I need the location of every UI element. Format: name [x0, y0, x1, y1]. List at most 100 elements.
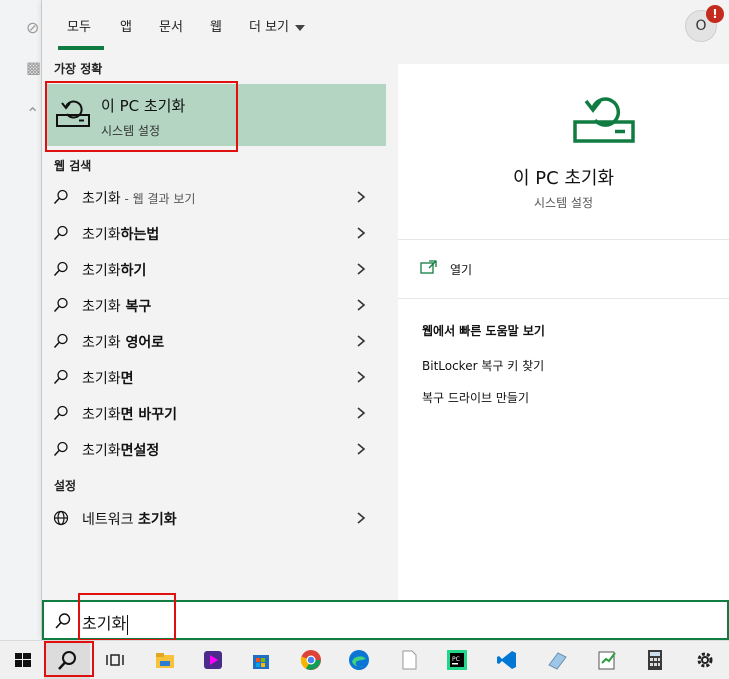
- edge-button[interactable]: [336, 641, 382, 679]
- file-explorer-icon: [156, 653, 174, 668]
- reset-pc-large-icon: [573, 97, 635, 143]
- notes-button[interactable]: [584, 641, 630, 679]
- edge-icon: [349, 650, 369, 670]
- open-icon: [420, 260, 437, 274]
- highlight-box: [78, 593, 176, 641]
- eraser-icon: [548, 652, 567, 670]
- detail-subtitle: 시스템 설정: [533, 196, 593, 210]
- chevron-right-icon: [357, 371, 366, 383]
- web-search-row[interactable]: 초기화하는법: [42, 216, 398, 250]
- web-search-bold: 면: [120, 371, 134, 387]
- web-search-prefix: 초기화: [82, 407, 121, 423]
- web-search-prefix: 초기화: [82, 191, 121, 207]
- caret-down-icon: [295, 24, 306, 31]
- web-search-row[interactable]: 초기화면설정: [42, 432, 398, 466]
- settings-result-label: 네트워크 초기화: [82, 509, 177, 529]
- eraser-button[interactable]: [534, 641, 580, 679]
- tab-apps[interactable]: 앱: [120, 16, 132, 35]
- web-search-label: 초기화면 바꾸기: [82, 404, 177, 424]
- web-search-prefix: 초기화: [82, 443, 121, 459]
- chevron-right-icon: [357, 227, 366, 239]
- highlight-box: [44, 641, 94, 677]
- web-search-label: 초기화 - 웹 결과 보기: [82, 188, 195, 208]
- web-search-row[interactable]: 초기화 복구: [42, 288, 398, 322]
- search-icon: [53, 405, 68, 421]
- tab-all[interactable]: 모두: [67, 16, 91, 35]
- store-button[interactable]: [238, 641, 284, 679]
- chevron-right-icon: [357, 407, 366, 419]
- vscode-icon: [497, 651, 516, 669]
- windows-start-icon: [15, 653, 31, 667]
- best-match-heading: 가장 정확: [54, 62, 103, 76]
- store-icon: [253, 655, 269, 669]
- web-search-row[interactable]: 초기화하기: [42, 252, 398, 286]
- settings-button[interactable]: [682, 641, 728, 679]
- chevron-up-icon: ⌃: [26, 104, 40, 123]
- web-search-label: 초기화면설정: [82, 440, 159, 460]
- web-search-label: 초기화 복구: [82, 296, 151, 316]
- chevron-right-icon: [357, 335, 366, 347]
- chrome-icon: [300, 650, 321, 670]
- file-explorer-button[interactable]: [142, 641, 188, 679]
- web-search-prefix: 초기화: [82, 371, 121, 387]
- settings-gear-icon: [697, 652, 713, 668]
- web-search-bold: 영어로: [120, 335, 165, 351]
- search-icon: [55, 613, 71, 629]
- pycharm-button[interactable]: PC: [434, 641, 480, 679]
- open-label: 열기: [450, 263, 473, 277]
- pycharm-icon: PC: [447, 650, 467, 670]
- search-icon: [53, 261, 68, 277]
- details-pane: 이 PC 초기화 시스템 설정 열기 웹에서 빠른 도움말 보기 BitLock…: [398, 64, 729, 600]
- divider: [398, 298, 729, 299]
- calculator-button[interactable]: [632, 641, 678, 679]
- search-panel: 모두 앱 문서 웹 더 보기 O ! 가장 정확 이 PC 초기화 시스템 설정…: [42, 0, 729, 640]
- settings-result-row[interactable]: 네트워크 초기화: [42, 501, 398, 535]
- web-search-row[interactable]: 초기화 - 웹 결과 보기: [42, 180, 398, 214]
- web-search-bold: 면 바꾸기: [120, 407, 178, 423]
- search-tabs: 모두 앱 문서 웹 더 보기 O !: [42, 0, 729, 50]
- help-link-recovery-drive[interactable]: 복구 드라이브 만들기: [422, 389, 529, 406]
- web-search-suffix: - 웹 결과 보기: [120, 192, 196, 206]
- web-search-row[interactable]: 초기화면 바꾸기: [42, 396, 398, 430]
- settings-result-prefix: 네트워크: [82, 512, 138, 528]
- divider: [398, 239, 729, 240]
- media-player-button[interactable]: [190, 641, 236, 679]
- search-icon: [53, 189, 68, 205]
- web-search-row[interactable]: 초기화면: [42, 360, 398, 394]
- tab-more-label: 더 보기: [249, 20, 290, 35]
- search-icon: [53, 297, 68, 313]
- chevron-right-icon: [357, 191, 366, 203]
- settings-result-bold: 초기화: [137, 512, 177, 528]
- tab-more[interactable]: 더 보기: [249, 16, 306, 35]
- chevron-right-icon: [357, 443, 366, 455]
- block-icon: ⊘: [26, 18, 40, 37]
- task-view-button[interactable]: [92, 641, 138, 679]
- web-search-label: 초기화 영어로: [82, 332, 164, 352]
- web-search-bold: 하기: [120, 263, 147, 279]
- start-button[interactable]: [0, 641, 46, 679]
- svg-text:PC: PC: [452, 656, 460, 663]
- web-search-bold: 하는법: [120, 227, 160, 243]
- chevron-right-icon: [357, 299, 366, 311]
- alert-badge: !: [706, 5, 724, 23]
- vscode-button[interactable]: [484, 641, 530, 679]
- active-tab-indicator: [58, 46, 104, 50]
- web-search-label: 초기화면: [82, 368, 134, 388]
- chevron-right-icon: [357, 263, 366, 275]
- help-link-bitlocker[interactable]: BitLocker 복구 키 찾기: [422, 357, 544, 374]
- calculator-icon: [648, 650, 662, 670]
- chrome-button[interactable]: [288, 641, 334, 679]
- results-list: 가장 정확 이 PC 초기화 시스템 설정 웹 검색 초기화 - 웹 결과 보기…: [42, 55, 398, 600]
- search-icon: [53, 333, 68, 349]
- search-icon: [53, 369, 68, 385]
- web-search-label: 초기화하기: [82, 260, 146, 280]
- web-search-prefix: 초기화: [82, 335, 121, 351]
- highlight-box: [45, 81, 238, 152]
- tab-documents[interactable]: 문서: [159, 16, 183, 35]
- notepad-button[interactable]: [386, 641, 432, 679]
- search-icon: [53, 441, 68, 457]
- tab-web[interactable]: 웹: [210, 16, 222, 35]
- chevron-right-icon: [357, 512, 366, 524]
- web-search-label: 초기화하는법: [82, 224, 159, 244]
- web-search-row[interactable]: 초기화 영어로: [42, 324, 398, 358]
